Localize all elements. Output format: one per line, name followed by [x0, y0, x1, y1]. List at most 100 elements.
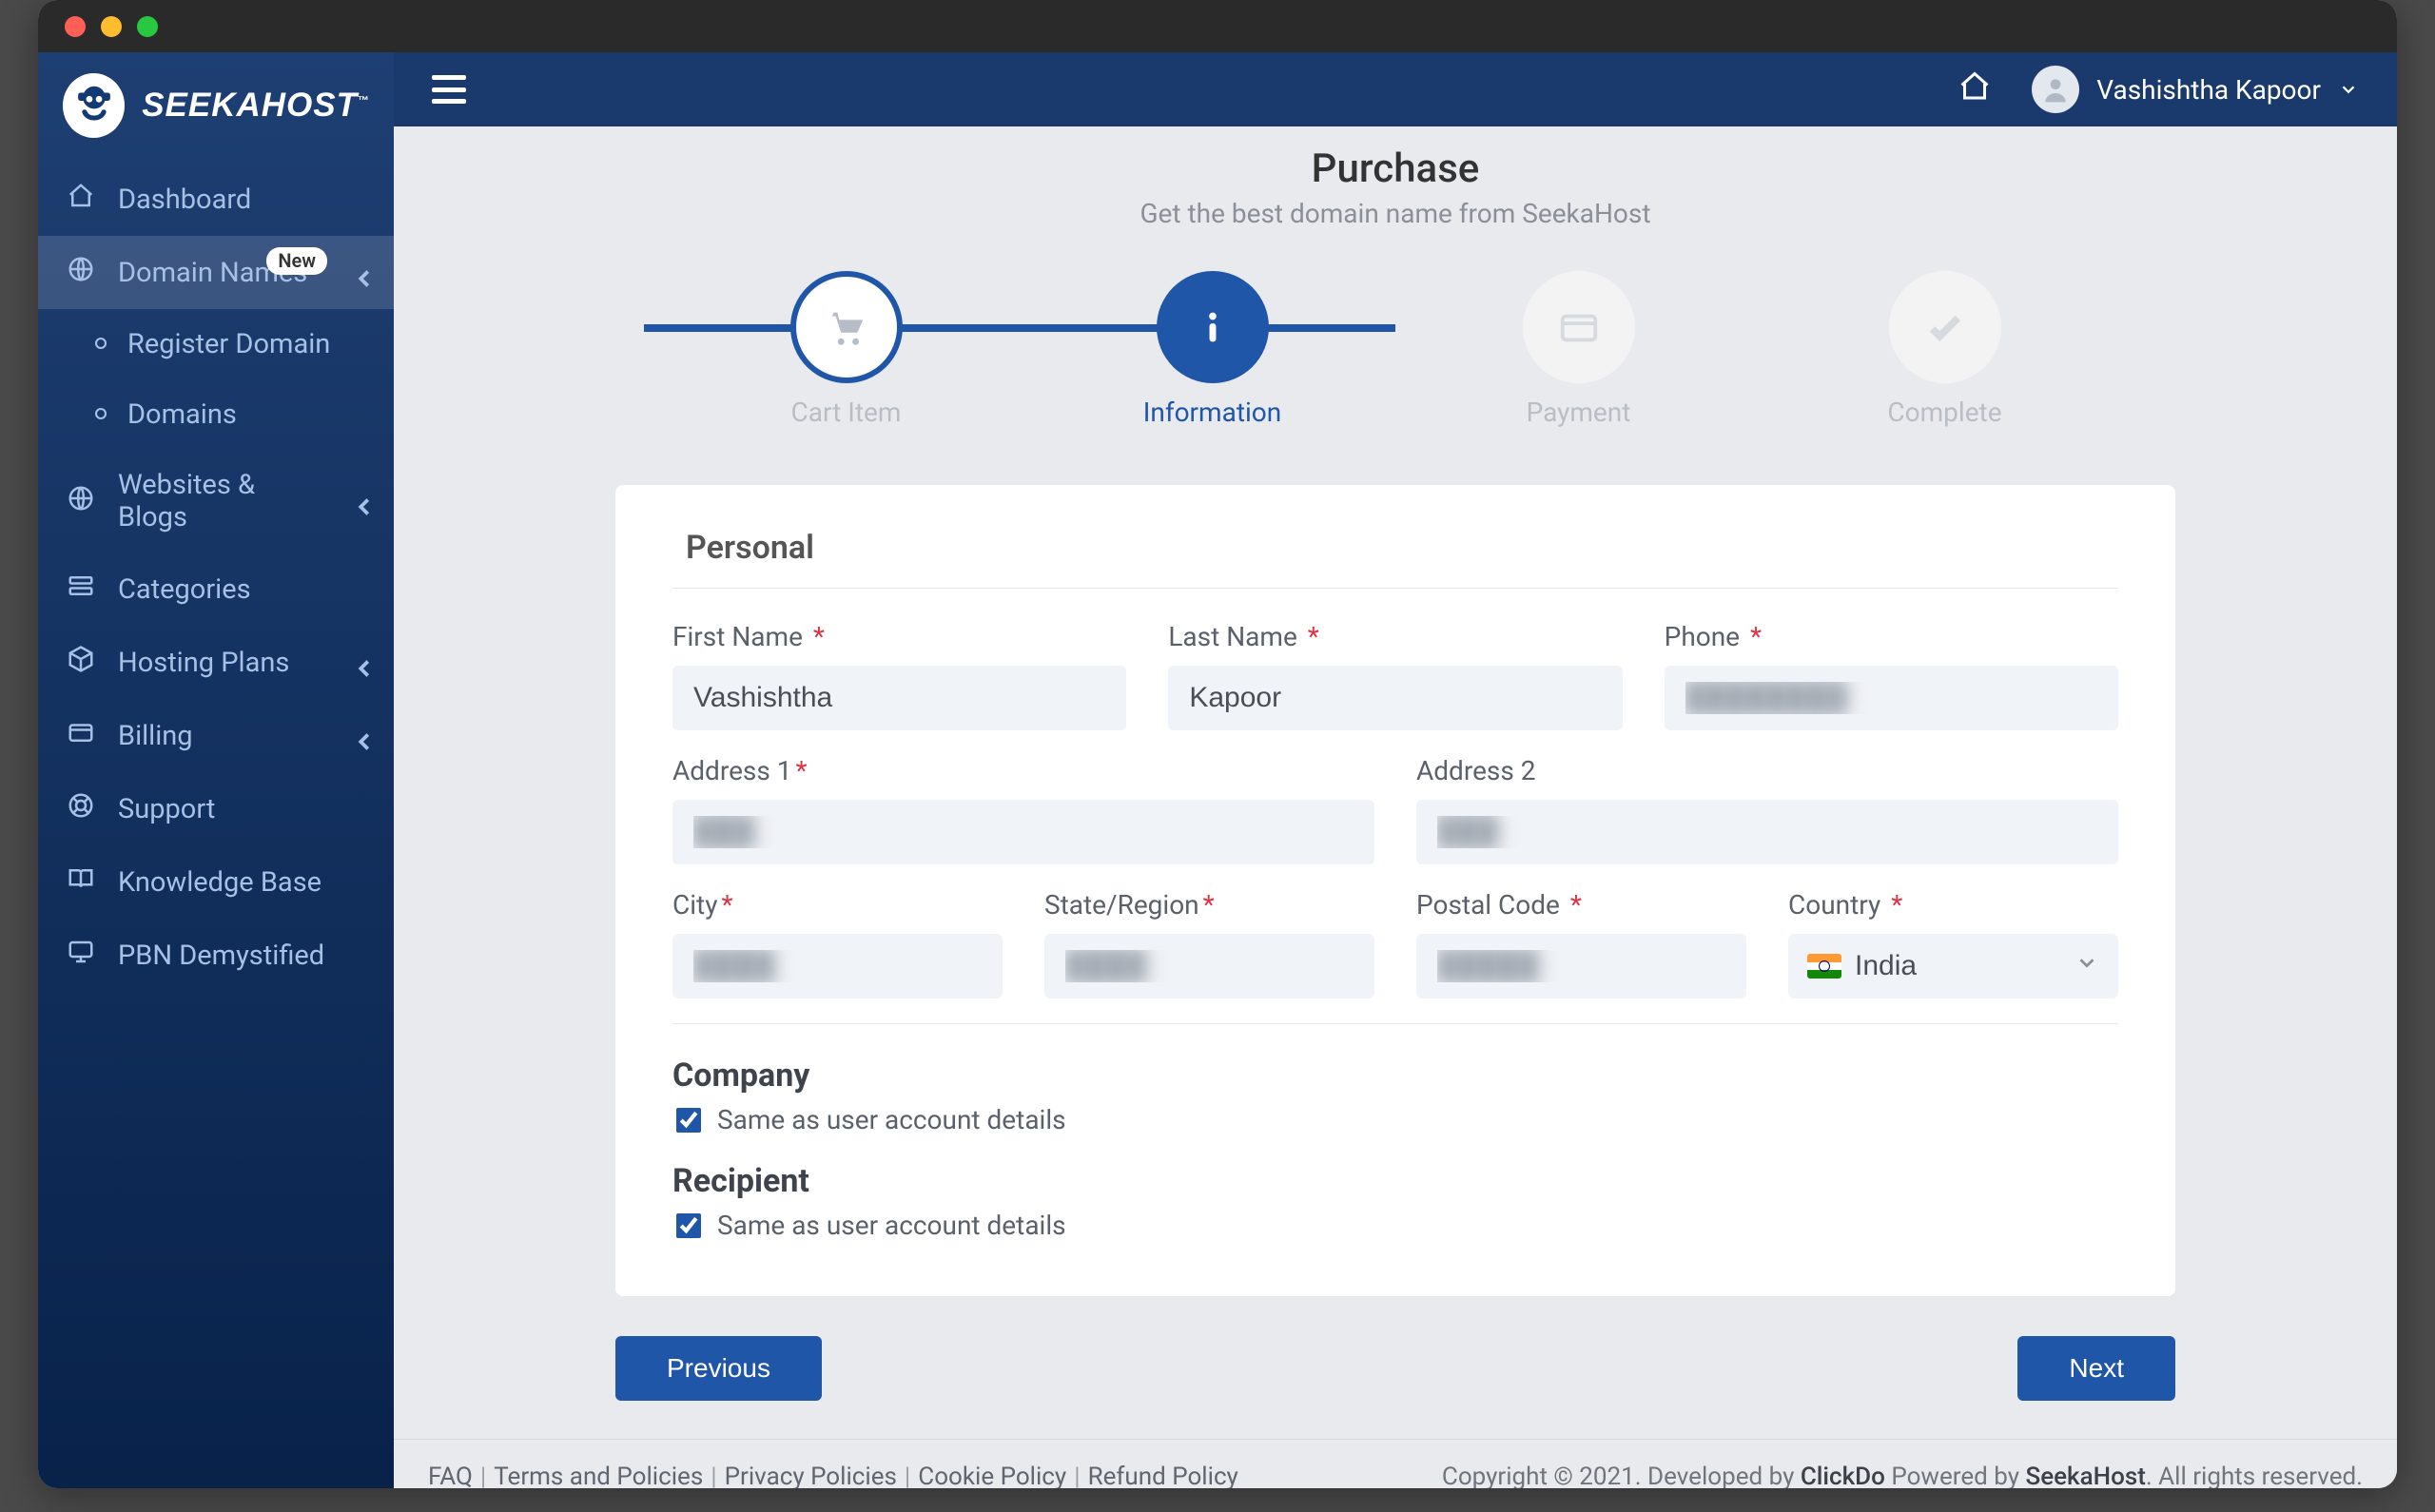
- company-same-row[interactable]: Same as user account details: [672, 1104, 2118, 1135]
- app-window: SEEKAHOST™ Dashboard Domain NamesNewRegis…: [38, 0, 2397, 1488]
- monitor-icon: [67, 938, 95, 973]
- city-label: City*: [672, 889, 1003, 921]
- chevron-left-icon: [350, 727, 367, 745]
- state-input[interactable]: [1044, 934, 1374, 998]
- window-close-dot[interactable]: [65, 16, 86, 37]
- footer-seekahost-link[interactable]: SeekaHost: [2025, 1463, 2145, 1488]
- sidebar-item-label: PBN Demystified: [118, 940, 367, 972]
- recipient-title: Recipient: [672, 1162, 2118, 1200]
- sidebar-item-billing[interactable]: Billing: [38, 699, 394, 772]
- phone-label: Phone *: [1665, 621, 2118, 652]
- address2-input[interactable]: [1416, 800, 2118, 864]
- sidebar-item-dashboard[interactable]: Dashboard: [38, 163, 394, 236]
- window-minimize-dot[interactable]: [101, 16, 122, 37]
- recipient-same-row[interactable]: Same as user account details: [672, 1210, 2118, 1241]
- next-button[interactable]: Next: [2017, 1336, 2175, 1401]
- sidebar-item-websites-blogs[interactable]: Websites & Blogs: [38, 450, 394, 552]
- postal-label: Postal Code *: [1416, 889, 1746, 921]
- sidebar-item-knowledge-base[interactable]: Knowledge Base: [38, 845, 394, 919]
- sidebar-item-label: Billing: [118, 720, 327, 752]
- book-icon: [67, 864, 95, 900]
- postal-input[interactable]: [1416, 934, 1746, 998]
- step-complete[interactable]: Complete: [1762, 271, 2128, 428]
- page-subtitle: Get the best domain name from SeekaHost: [394, 198, 2397, 229]
- stepper: Cart Item Information Payment Complete: [644, 271, 2147, 428]
- company-same-label: Same as user account details: [717, 1104, 1066, 1135]
- sidebar-item-support[interactable]: Support: [38, 772, 394, 845]
- footer-link-cookie-policy[interactable]: Cookie Policy: [918, 1463, 1066, 1488]
- new-badge: New: [266, 247, 327, 275]
- globe-icon: [67, 484, 95, 519]
- nav: Dashboard Domain NamesNewRegister Domain D…: [38, 163, 394, 992]
- info-icon: [1157, 271, 1269, 383]
- circle-icon: [91, 329, 110, 359]
- footer-copyright: Copyright © 2021. Developed by ClickDo P…: [1442, 1463, 2363, 1488]
- home-icon: [67, 182, 95, 217]
- footer: FAQ|Terms and Policies|Privacy Policies|…: [394, 1439, 2397, 1488]
- cart-icon: [790, 271, 903, 383]
- sidebar-item-register-domain[interactable]: Register Domain: [38, 309, 394, 379]
- sidebar-item-label: Knowledge Base: [118, 866, 367, 899]
- globe-icon: [67, 255, 95, 290]
- page-header: Purchase Get the best domain name from S…: [394, 145, 2397, 229]
- form-card: Personal First Name * Last Name * Phone: [615, 485, 2175, 1296]
- life-icon: [67, 791, 95, 826]
- check-icon: [1889, 271, 2001, 383]
- card-icon: [67, 718, 95, 753]
- footer-link-terms-and-policies[interactable]: Terms and Policies: [494, 1463, 703, 1488]
- action-row: Previous Next: [615, 1336, 2175, 1439]
- chevron-left-icon: [350, 654, 367, 671]
- address1-label: Address 1*: [672, 755, 1374, 786]
- mac-titlebar: [38, 0, 2397, 52]
- stack-icon: [67, 572, 95, 607]
- box-icon: [67, 645, 95, 680]
- sidebar-item-label: Websites & Blogs: [118, 469, 327, 533]
- footer-link-refund-policy[interactable]: Refund Policy: [1088, 1463, 1238, 1488]
- brand-name: SEEKAHOST™: [142, 87, 369, 125]
- menu-toggle-icon[interactable]: [432, 75, 466, 104]
- sidebar-item-domain-names[interactable]: Domain NamesNew: [38, 236, 394, 309]
- window-maximize-dot[interactable]: [137, 16, 158, 37]
- step-label: Information: [1143, 397, 1281, 428]
- step-information[interactable]: Information: [1029, 271, 1395, 428]
- footer-link-privacy-policies[interactable]: Privacy Policies: [725, 1463, 897, 1488]
- chevron-down-icon: [2338, 79, 2359, 100]
- chevron-left-icon: [350, 493, 367, 510]
- last-name-label: Last Name *: [1168, 621, 1622, 652]
- sidebar-item-categories[interactable]: Categories: [38, 552, 394, 626]
- user-name: Vashishtha Kapoor: [2096, 74, 2321, 106]
- last-name-input[interactable]: [1168, 666, 1622, 730]
- sidebar-item-label: Hosting Plans: [118, 647, 327, 679]
- first-name-label: First Name *: [672, 621, 1126, 652]
- sidebar-item-label: Domains: [127, 398, 367, 431]
- country-label: Country *: [1788, 889, 2118, 921]
- recipient-same-checkbox[interactable]: [676, 1213, 701, 1238]
- avatar: [2032, 66, 2079, 113]
- sidebar-item-domains[interactable]: Domains: [38, 379, 394, 450]
- previous-button[interactable]: Previous: [615, 1336, 822, 1401]
- circle-icon: [91, 399, 110, 430]
- country-flag-icon: [1807, 954, 1841, 979]
- page-title: Purchase: [394, 145, 2397, 192]
- home-icon[interactable]: [1958, 69, 1992, 110]
- sidebar-item-label: Dashboard: [118, 184, 367, 216]
- state-label: State/Region*: [1044, 889, 1374, 921]
- footer-link-faq[interactable]: FAQ: [428, 1463, 473, 1488]
- footer-clickdo-link[interactable]: ClickDo: [1801, 1463, 1885, 1488]
- phone-input[interactable]: [1665, 666, 2118, 730]
- user-menu[interactable]: Vashishtha Kapoor: [2032, 66, 2359, 113]
- sidebar-item-hosting-plans[interactable]: Hosting Plans: [38, 626, 394, 699]
- sidebar-item-pbn-demystified[interactable]: PBN Demystified: [38, 919, 394, 992]
- company-same-checkbox[interactable]: [676, 1108, 701, 1133]
- city-input[interactable]: [672, 934, 1003, 998]
- first-name-input[interactable]: [672, 666, 1126, 730]
- step-payment[interactable]: Payment: [1395, 271, 1762, 428]
- stepper-progress-bar: [644, 324, 1395, 332]
- step-cart-item[interactable]: Cart Item: [663, 271, 1029, 428]
- main: Vashishtha Kapoor Purchase Get the best …: [394, 52, 2397, 1488]
- brand-logo: [63, 73, 125, 138]
- step-label: Complete: [1887, 397, 2001, 428]
- personal-title: Personal: [686, 529, 2118, 567]
- address1-input[interactable]: [672, 800, 1374, 864]
- brand[interactable]: SEEKAHOST™: [38, 52, 394, 163]
